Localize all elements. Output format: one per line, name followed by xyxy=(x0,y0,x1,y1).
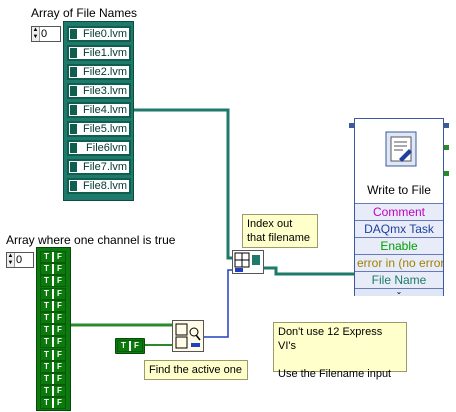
bool-element[interactable]: TF xyxy=(40,263,66,276)
search-array-icon xyxy=(175,323,201,349)
file-name-element[interactable]: File3.lvm xyxy=(67,83,131,99)
output-terminal[interactable] xyxy=(444,171,449,176)
file-array-index[interactable]: ▲ ▼ 0 xyxy=(31,26,61,42)
file-names-label: Array of File Names xyxy=(31,6,138,20)
path-icon xyxy=(70,29,77,39)
bool-element[interactable]: TF xyxy=(40,385,66,398)
file-name-element[interactable]: File6lvm xyxy=(67,140,131,156)
expand-chevron-icon[interactable]: ⌄ xyxy=(355,288,443,296)
search-array-vi[interactable] xyxy=(172,320,204,352)
terminal-row-error-in[interactable]: error in (no error) xyxy=(355,254,443,271)
bool-element[interactable]: TF xyxy=(40,360,66,373)
write-to-file-express-vi[interactable]: Write to File Comment DAQmx Task Enable … xyxy=(349,118,449,296)
bool-element[interactable]: TF xyxy=(40,336,66,349)
path-wire xyxy=(262,266,356,276)
input-terminal[interactable] xyxy=(349,123,354,128)
file-names-array[interactable]: File0.lvm File1.lvm File2.lvm File3.lvm … xyxy=(63,21,134,201)
file-name-element[interactable]: File1.lvm xyxy=(67,45,131,61)
bool-constant[interactable]: T F xyxy=(115,338,145,354)
terminal-row-daqmx-task[interactable]: DAQmx Task xyxy=(355,220,443,237)
bool-element[interactable]: TF xyxy=(40,287,66,300)
file-name-element[interactable]: File0.lvm xyxy=(67,26,131,42)
bool-element[interactable]: TF xyxy=(40,397,66,410)
bool-element[interactable]: TF xyxy=(40,275,66,288)
index-out-note: Index out that filename xyxy=(242,214,318,248)
path-icon xyxy=(70,124,77,134)
file-name-element[interactable]: File4.lvm xyxy=(67,102,131,118)
path-icon xyxy=(70,105,77,115)
write-file-icon xyxy=(385,131,417,167)
output-terminal[interactable] xyxy=(444,123,449,128)
index-array-icon xyxy=(234,252,260,272)
index-array-vi[interactable] xyxy=(232,250,264,274)
bool-element[interactable]: TF xyxy=(40,251,66,263)
file-name-element[interactable]: File5.lvm xyxy=(67,121,131,137)
output-terminal[interactable] xyxy=(444,145,449,150)
file-name-element[interactable]: File7.lvm xyxy=(67,159,131,175)
express-vi-title: Write to File xyxy=(367,183,431,197)
path-icon xyxy=(70,48,77,58)
terminal-row-comment[interactable]: Comment xyxy=(355,203,443,220)
integer-wire xyxy=(202,269,237,338)
terminal-row-enable[interactable]: Enable xyxy=(355,237,443,254)
bool-element[interactable]: TF xyxy=(40,324,66,337)
path-icon xyxy=(70,143,77,153)
terminal-row-file-name[interactable]: File Name xyxy=(355,271,443,288)
file-name-element[interactable]: File2.lvm xyxy=(67,64,131,80)
bool-array-label: Array where one channel is true xyxy=(6,233,176,247)
bool-element[interactable]: TF xyxy=(40,348,66,361)
bool-element[interactable]: TF xyxy=(40,373,66,385)
bool-element[interactable]: TF xyxy=(40,312,66,324)
bool-array[interactable]: TFTFTFTFTFTFTFTFTFTFTFTFTF xyxy=(36,247,71,411)
dont-use-express-note: Don't use 12 Express VI's Use the Filena… xyxy=(273,322,407,380)
path-icon xyxy=(70,67,77,77)
path-icon xyxy=(70,181,77,191)
path-icon xyxy=(70,86,77,96)
bool-element[interactable]: TF xyxy=(40,299,66,312)
index-spinner-icon[interactable]: ▲ ▼ xyxy=(7,253,15,267)
find-active-note: Find the active one xyxy=(144,360,248,380)
bool-array-index[interactable]: ▲ ▼ 0 xyxy=(6,252,34,268)
index-spinner-icon[interactable]: ▲ ▼ xyxy=(32,27,40,41)
path-icon xyxy=(70,162,77,172)
file-name-element[interactable]: File8.lvm xyxy=(67,178,131,194)
